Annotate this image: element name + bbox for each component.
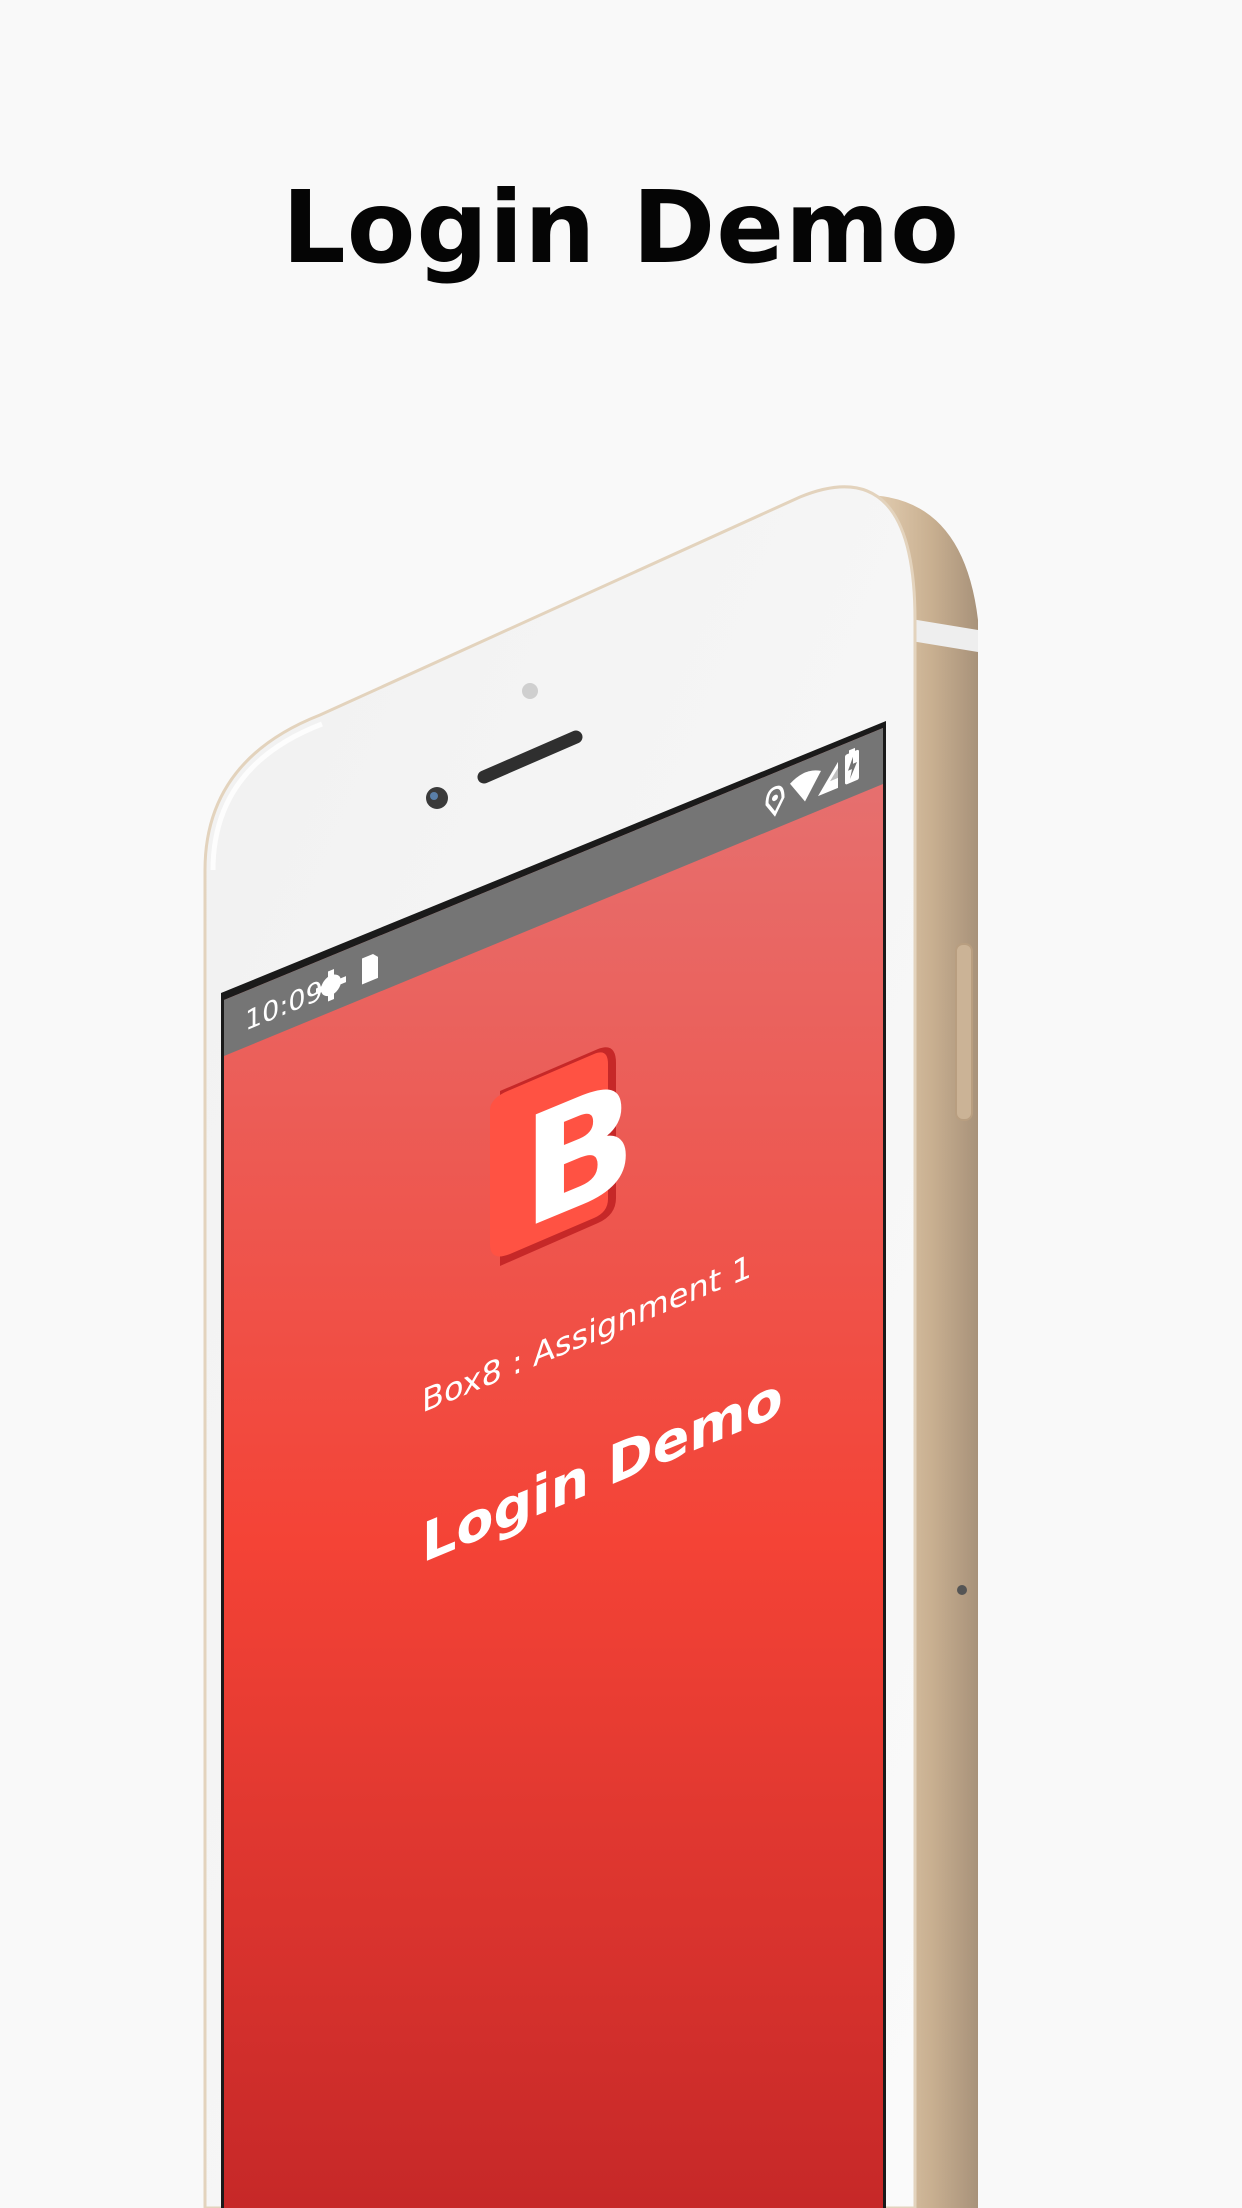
promo-stage: Login Demo 10:09 B Box8: Assignment 1 L… [0,0,1242,2208]
proximity-sensor [522,683,538,699]
phone-mockup: 10:09 B Box8: Assignment 1 Login Demo [203,485,978,2208]
side-hole [957,1585,967,1595]
power-button [955,943,973,1121]
